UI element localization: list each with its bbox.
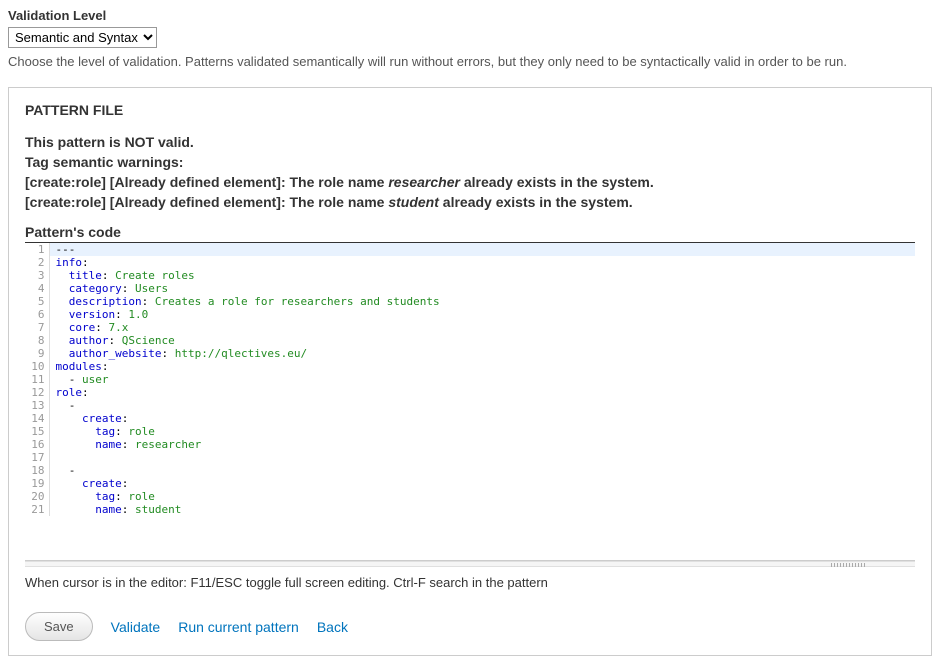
code-content[interactable]: author_website: http://qlectives.eu/ (49, 347, 915, 360)
line-number: 5 (25, 295, 49, 308)
validate-link[interactable]: Validate (111, 619, 161, 635)
code-line[interactable]: 11 - user (25, 373, 915, 386)
code-line[interactable]: 1--- (25, 243, 915, 256)
code-content[interactable]: tag: role (49, 425, 915, 438)
code-content[interactable]: - (49, 464, 915, 477)
code-content[interactable]: create: (49, 477, 915, 490)
line-number: 20 (25, 490, 49, 503)
editor-spacer (25, 516, 915, 560)
validation-level-select[interactable]: Semantic and Syntax (8, 27, 157, 48)
code-content[interactable]: role: (49, 386, 915, 399)
editor-resize-bar[interactable] (25, 561, 915, 567)
code-content[interactable]: name: researcher (49, 438, 915, 451)
code-line[interactable]: 10modules: (25, 360, 915, 373)
code-content[interactable]: version: 1.0 (49, 308, 915, 321)
code-line[interactable]: 15 tag: role (25, 425, 915, 438)
line-number: 9 (25, 347, 49, 360)
back-link[interactable]: Back (317, 619, 348, 635)
code-content[interactable]: name: student (49, 503, 915, 516)
patterns-code-heading: Pattern's code (25, 224, 915, 243)
line-number: 8 (25, 334, 49, 347)
code-line[interactable]: 17 (25, 451, 915, 464)
resize-grip-icon (831, 563, 867, 567)
warnings-heading: Tag semantic warnings: (25, 154, 915, 170)
actions-row: Save Validate Run current pattern Back (25, 612, 915, 641)
line-number: 2 (25, 256, 49, 269)
editor-hint: When cursor is in the editor: F11/ESC to… (25, 575, 915, 590)
line-number: 4 (25, 282, 49, 295)
line-number: 21 (25, 503, 49, 516)
code-line[interactable]: 12role: (25, 386, 915, 399)
code-line[interactable]: 16 name: researcher (25, 438, 915, 451)
save-button[interactable]: Save (25, 612, 93, 641)
code-content[interactable]: description: Creates a role for research… (49, 295, 915, 308)
code-content[interactable]: title: Create roles (49, 269, 915, 282)
code-line[interactable]: 21 name: student (25, 503, 915, 516)
line-number: 14 (25, 412, 49, 425)
code-content[interactable]: author: QScience (49, 334, 915, 347)
line-number: 17 (25, 451, 49, 464)
validation-level-help: Choose the level of validation. Patterns… (8, 54, 932, 69)
code-content[interactable] (49, 451, 915, 464)
code-line[interactable]: 9 author_website: http://qlectives.eu/ (25, 347, 915, 360)
code-line[interactable]: 18 - (25, 464, 915, 477)
code-content[interactable]: tag: role (49, 490, 915, 503)
code-line[interactable]: 13 - (25, 399, 915, 412)
warning-line: [create:role] [Already defined element]:… (25, 194, 915, 210)
line-number: 10 (25, 360, 49, 373)
line-number: 16 (25, 438, 49, 451)
line-number: 6 (25, 308, 49, 321)
code-line[interactable]: 2info: (25, 256, 915, 269)
code-content[interactable]: info: (49, 256, 915, 269)
code-line[interactable]: 3 title: Create roles (25, 269, 915, 282)
validation-level-label: Validation Level (8, 8, 932, 23)
code-content[interactable]: create: (49, 412, 915, 425)
code-content[interactable]: - (49, 399, 915, 412)
code-line[interactable]: 7 core: 7.x (25, 321, 915, 334)
pattern-invalid-status: This pattern is NOT valid. (25, 134, 915, 150)
line-number: 3 (25, 269, 49, 282)
pattern-file-panel: PATTERN FILE This pattern is NOT valid. … (8, 87, 932, 656)
code-line[interactable]: 8 author: QScience (25, 334, 915, 347)
line-number: 13 (25, 399, 49, 412)
line-number: 11 (25, 373, 49, 386)
line-number: 18 (25, 464, 49, 477)
warning-line: [create:role] [Already defined element]:… (25, 174, 915, 190)
code-line[interactable]: 4 category: Users (25, 282, 915, 295)
warnings-list: [create:role] [Already defined element]:… (25, 174, 915, 210)
line-number: 7 (25, 321, 49, 334)
code-line[interactable]: 5 description: Creates a role for resear… (25, 295, 915, 308)
code-editor-wrap: 1---2info:3 title: Create roles4 categor… (25, 243, 915, 561)
code-editor[interactable]: 1---2info:3 title: Create roles4 categor… (25, 243, 915, 516)
code-content[interactable]: core: 7.x (49, 321, 915, 334)
validation-level-select-wrap: Semantic and Syntax (8, 27, 932, 48)
code-content[interactable]: modules: (49, 360, 915, 373)
code-line[interactable]: 19 create: (25, 477, 915, 490)
run-pattern-link[interactable]: Run current pattern (178, 619, 299, 635)
code-content[interactable]: - user (49, 373, 915, 386)
code-line[interactable]: 6 version: 1.0 (25, 308, 915, 321)
code-content[interactable]: category: Users (49, 282, 915, 295)
code-content[interactable]: --- (49, 243, 915, 256)
pattern-file-title: PATTERN FILE (25, 102, 915, 118)
code-line[interactable]: 20 tag: role (25, 490, 915, 503)
code-line[interactable]: 14 create: (25, 412, 915, 425)
line-number: 1 (25, 243, 49, 256)
line-number: 19 (25, 477, 49, 490)
line-number: 15 (25, 425, 49, 438)
line-number: 12 (25, 386, 49, 399)
